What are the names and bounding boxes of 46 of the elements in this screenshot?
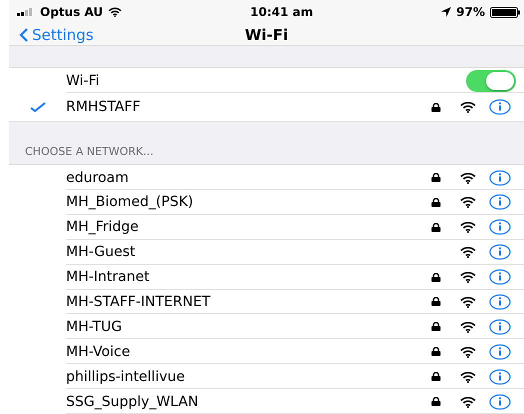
info-button[interactable] bbox=[489, 344, 511, 360]
network-name[interactable]: MH-TUG bbox=[66, 318, 416, 335]
battery-percentage: 97% bbox=[456, 5, 485, 20]
section-header: CHOOSE A NETWORK... bbox=[25, 145, 154, 158]
wifi-signal-icon bbox=[460, 370, 476, 383]
chevron-left-icon bbox=[19, 28, 28, 42]
info-button[interactable] bbox=[489, 318, 511, 335]
wifi-label: Wi-Fi bbox=[66, 72, 100, 88]
wifi-signal-icon bbox=[460, 346, 476, 358]
back-button[interactable]: Settings bbox=[9, 26, 94, 44]
network-name[interactable]: MH_Fridge bbox=[66, 219, 416, 236]
wifi-signal-icon bbox=[108, 7, 122, 18]
carrier-name: Optus AU bbox=[40, 5, 104, 20]
info-button[interactable] bbox=[489, 194, 511, 210]
network-name[interactable]: MH_Biomed_(PSK) bbox=[66, 194, 416, 210]
wifi-signal-icon bbox=[460, 172, 476, 184]
network-name[interactable]: MH-Voice bbox=[66, 344, 416, 360]
network-name[interactable]: RMHSTAFF bbox=[66, 99, 416, 116]
wifi-signal-icon bbox=[460, 101, 476, 114]
network-name[interactable]: phillips-intellivue bbox=[66, 368, 416, 385]
wifi-signal-icon bbox=[460, 396, 476, 408]
wifi-toggle[interactable] bbox=[466, 70, 516, 92]
battery-icon bbox=[490, 6, 520, 18]
page-title: Wi-Fi bbox=[244, 26, 288, 44]
wifi-signal-icon bbox=[460, 246, 476, 258]
network-name[interactable]: MH-Guest bbox=[66, 244, 416, 260]
status-time: 10:41 am bbox=[250, 5, 314, 20]
info-button[interactable] bbox=[489, 170, 511, 186]
cellular-signal-icon bbox=[17, 8, 35, 16]
network-name[interactable]: MH-STAFF-INTERNET bbox=[66, 294, 416, 310]
info-button[interactable] bbox=[489, 269, 511, 286]
wifi-signal-icon bbox=[460, 221, 476, 234]
wifi-signal-icon bbox=[460, 271, 476, 284]
wifi-signal-icon bbox=[460, 296, 476, 308]
info-button[interactable] bbox=[489, 294, 511, 310]
info-button[interactable] bbox=[489, 394, 511, 410]
info-button[interactable] bbox=[489, 244, 511, 260]
network-name[interactable]: SSG_Supply_WLAN bbox=[66, 394, 416, 410]
info-button[interactable] bbox=[489, 219, 511, 236]
info-button[interactable] bbox=[489, 99, 511, 116]
wifi-signal-icon bbox=[460, 320, 476, 333]
wifi-signal-icon bbox=[460, 196, 476, 208]
network-name[interactable]: eduroam bbox=[66, 170, 416, 186]
info-button[interactable] bbox=[489, 368, 511, 385]
network-name[interactable]: MH-Intranet bbox=[66, 269, 416, 286]
location-arrow-icon bbox=[441, 7, 452, 18]
